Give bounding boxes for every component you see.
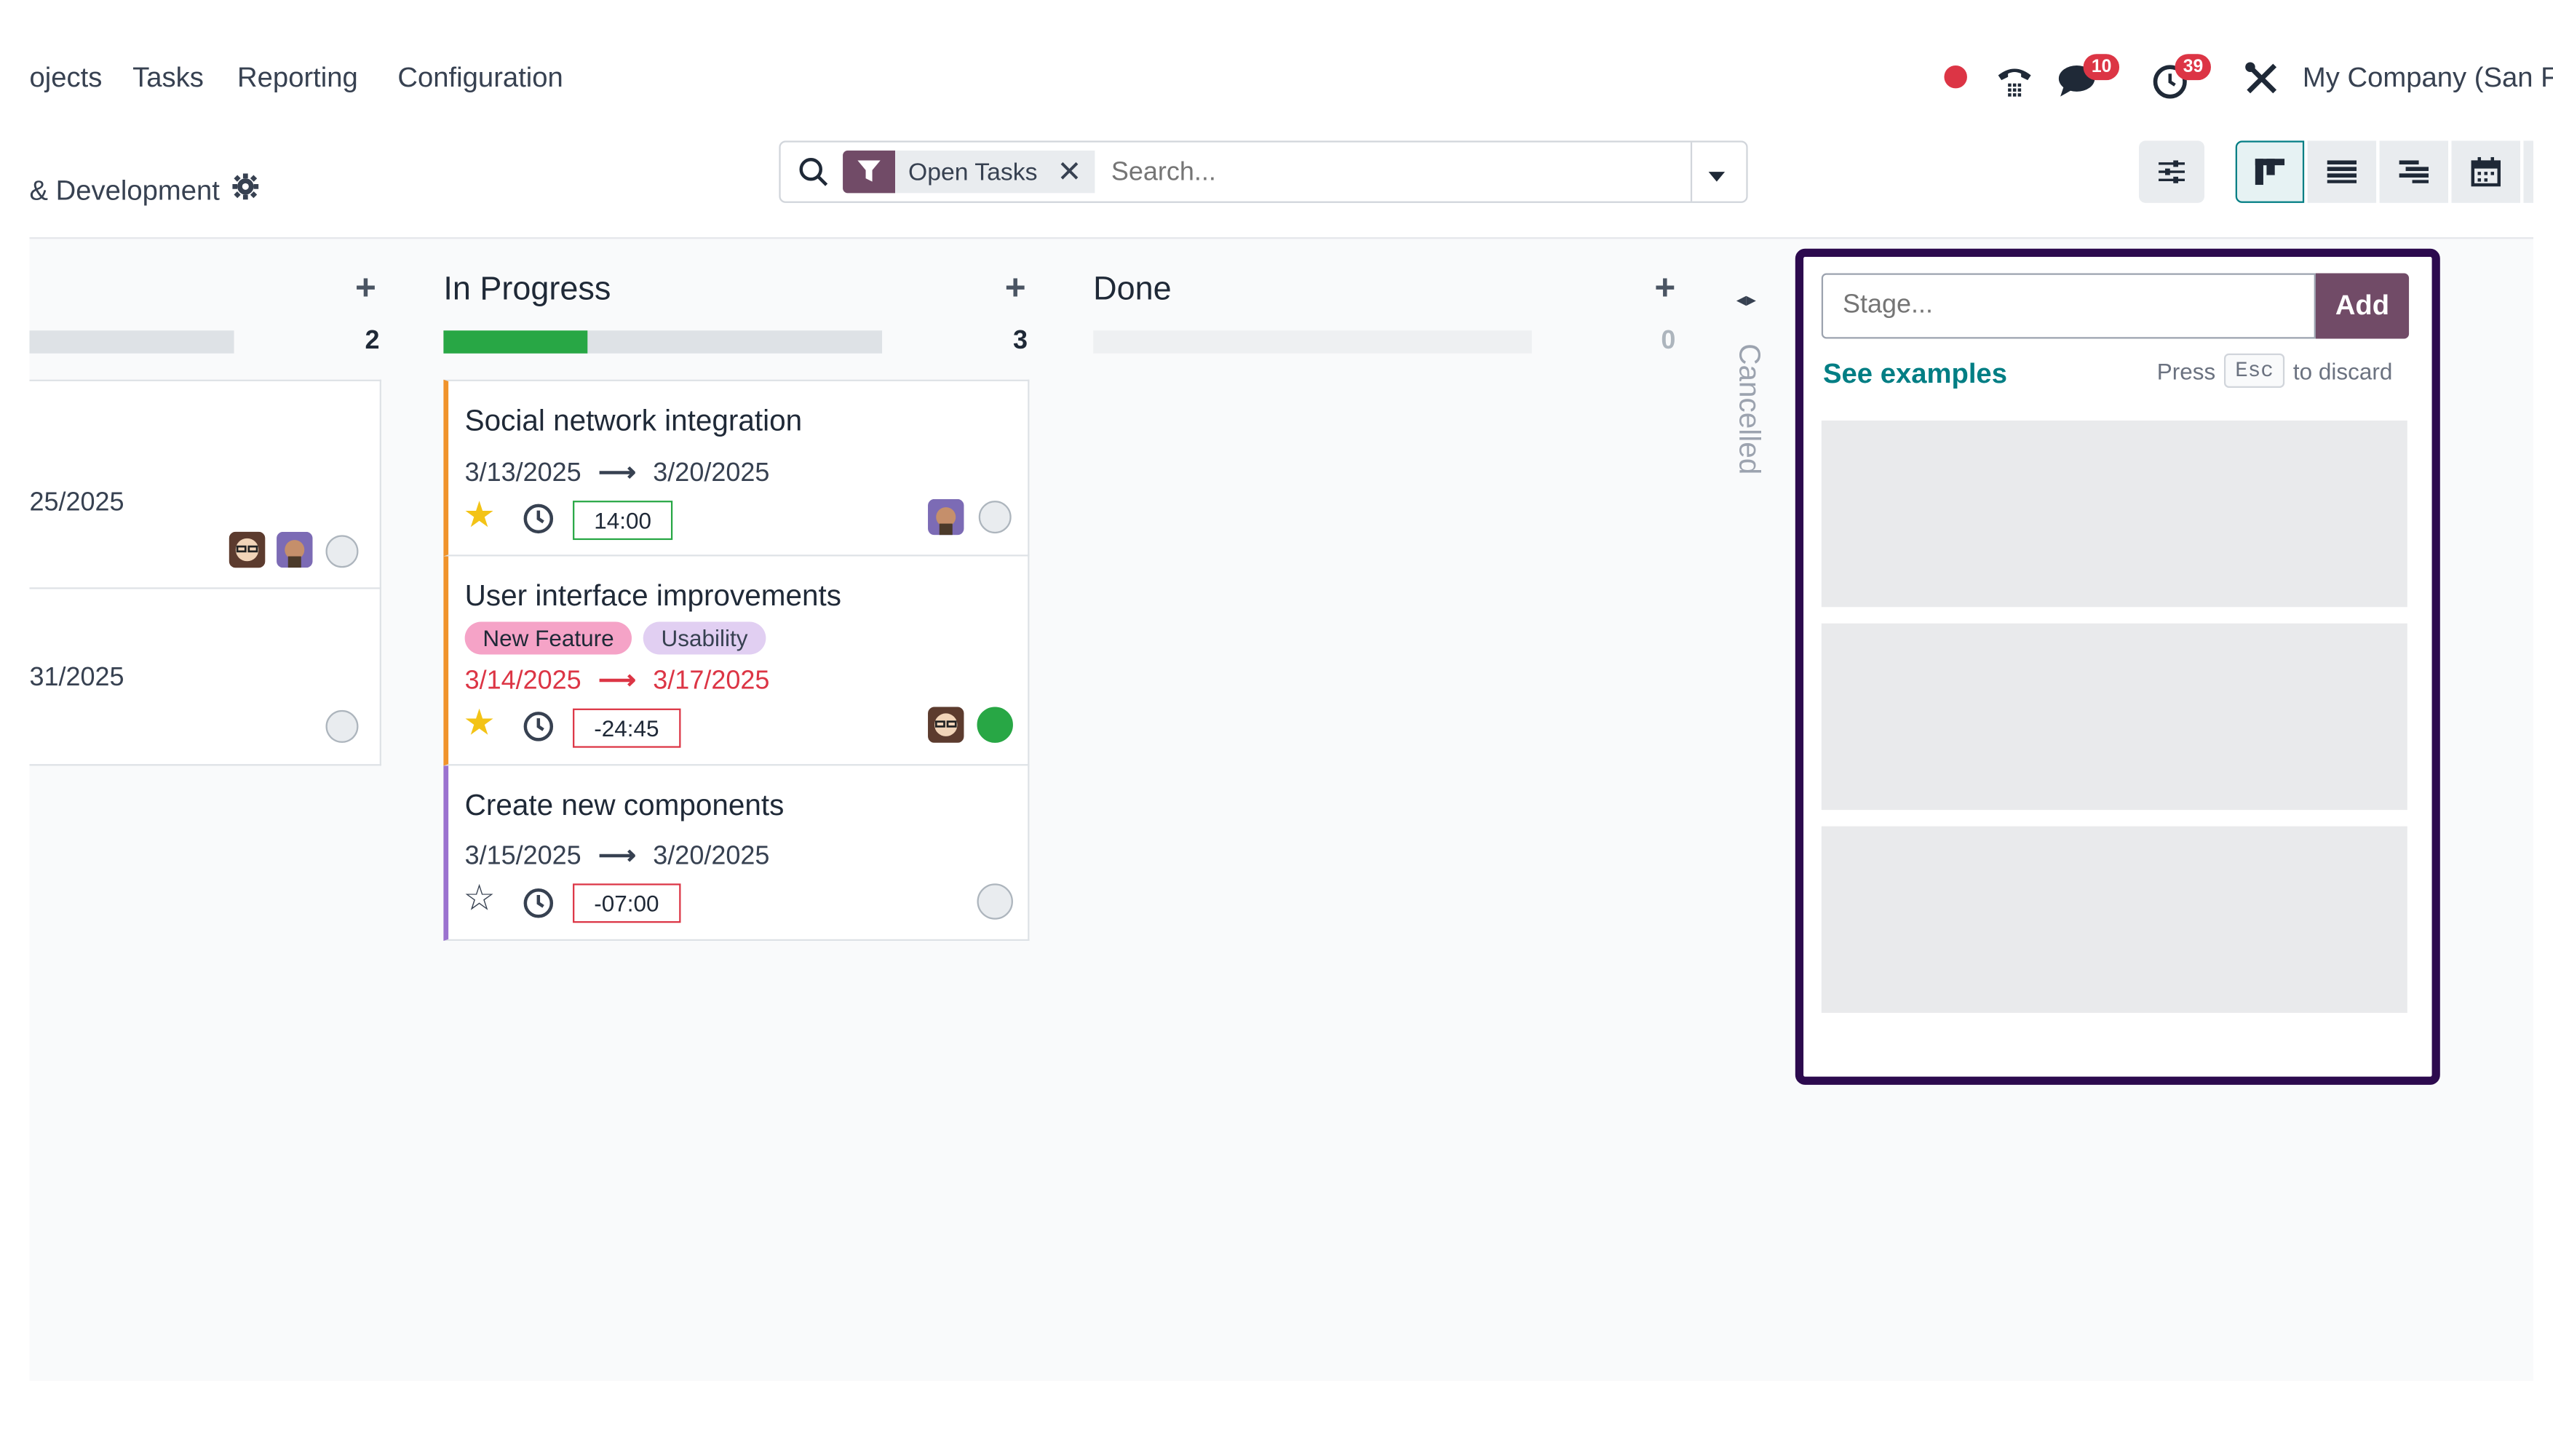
column-1-card-2[interactable]: 31/2025	[29, 589, 381, 766]
column-title-in-progress[interactable]: In Progress	[443, 271, 611, 309]
recording-indicator-icon[interactable]	[1941, 62, 1970, 91]
tag-usability: Usability	[643, 621, 766, 655]
task-dates: 3/13/2025 ⟶ 3/20/2025	[464, 459, 770, 488]
task-card[interactable]: Create new components 3/15/2025 ⟶ 3/20/2…	[443, 765, 1030, 942]
kanban-state-indicator[interactable]	[325, 709, 359, 743]
company-switcher[interactable]: My Company (San F	[2303, 62, 2553, 95]
column-1-card-1[interactable]: 25/2025	[29, 379, 381, 589]
kanban-state-indicator[interactable]	[325, 535, 359, 568]
column-1-count: 2	[365, 327, 380, 355]
column-2-quick-add-button[interactable]: +	[1005, 267, 1026, 309]
facet-remove-icon[interactable]: ✕	[1057, 155, 1082, 189]
add-stage-button[interactable]: Add	[2315, 273, 2410, 339]
kanban-state-indicator[interactable]	[978, 501, 1012, 534]
quick-create-stage-panel: Add See examples Press Esc to discard	[1795, 248, 2440, 1085]
search-input[interactable]	[1108, 152, 1688, 195]
avatar	[928, 498, 964, 536]
view-options-button[interactable]	[2139, 140, 2204, 203]
nav-projects[interactable]: ojects	[29, 62, 102, 95]
activity-view-button[interactable]	[2379, 140, 2449, 203]
task-card[interactable]: Social network integration 3/13/2025 ⟶ 3…	[443, 379, 1030, 557]
activity-badge: 39	[2175, 54, 2212, 81]
column-1-progress-bar	[29, 330, 234, 354]
column-2-progress-bar	[443, 330, 883, 354]
timesheet-box: -24:45	[573, 708, 680, 748]
search-facet: Open Tasks ✕	[843, 150, 1095, 194]
clock-icon[interactable]	[522, 710, 555, 751]
sliders-icon	[2159, 160, 2185, 183]
task-title: Create new components	[464, 788, 785, 822]
skeleton-card	[1821, 420, 2407, 608]
list-view-button[interactable]	[2307, 140, 2377, 203]
task-dates: 3/14/2025 ⟶ 3/17/2025	[464, 667, 770, 696]
breadcrumb-project[interactable]: & Development	[29, 174, 219, 207]
star-filled-icon[interactable]: ★	[463, 496, 495, 533]
unfold-column-icon[interactable]: ◂▸	[1736, 288, 1756, 311]
see-examples-link[interactable]: See examples	[1823, 358, 2007, 391]
kanban-state-indicator[interactable]	[977, 707, 1013, 743]
gantt-icon	[2399, 160, 2429, 183]
tools-icon[interactable]	[2242, 59, 2282, 98]
esc-key: Esc	[2223, 353, 2285, 388]
kanban-state-indicator[interactable]	[977, 883, 1013, 920]
timesheet-box: 14:00	[573, 501, 673, 541]
card-date: 25/2025	[29, 489, 124, 517]
stage-name-input[interactable]	[1821, 273, 2316, 339]
task-dates: 3/15/2025 ⟶ 3/20/2025	[464, 843, 770, 871]
chat-badge: 10	[2083, 54, 2120, 81]
filter-icon	[843, 150, 896, 194]
clock-icon[interactable]	[522, 887, 555, 928]
task-title: User interface improvements	[464, 579, 842, 613]
avatar	[277, 531, 313, 568]
breadcrumb: & Development	[29, 173, 259, 207]
column-3-quick-add-button[interactable]: +	[1654, 267, 1675, 309]
clock-icon[interactable]	[522, 502, 555, 543]
kanban-icon	[2255, 159, 2285, 186]
phone-icon[interactable]	[1993, 59, 2036, 101]
progress-fill	[443, 330, 589, 354]
search-bar[interactable]: Open Tasks ✕	[779, 140, 1748, 203]
folded-column-cancelled[interactable]: Cancelled	[1731, 343, 1766, 474]
card-date: 31/2025	[29, 664, 124, 693]
nav-reporting[interactable]: Reporting	[237, 62, 358, 95]
column-title-done[interactable]: Done	[1093, 271, 1172, 309]
skeleton-card	[1821, 826, 2407, 1013]
avatar	[229, 531, 266, 568]
nav-tasks[interactable]: Tasks	[132, 62, 204, 95]
calendar-view-button[interactable]	[2451, 140, 2520, 203]
column-2-count: 3	[1012, 327, 1028, 355]
star-outline-icon[interactable]: ☆	[463, 880, 495, 916]
gear-icon[interactable]	[232, 173, 259, 207]
tag-new-feature: New Feature	[464, 621, 632, 655]
nav-configuration[interactable]: Configuration	[397, 62, 563, 95]
skeleton-card	[1821, 623, 2407, 811]
column-3-progress-bar	[1093, 330, 1532, 354]
star-filled-icon[interactable]: ★	[463, 704, 495, 741]
task-title: Social network integration	[464, 404, 803, 437]
column-3-count: 0	[1661, 327, 1676, 355]
calendar-icon	[2471, 156, 2501, 187]
column-1-quick-add-button[interactable]: +	[355, 267, 376, 309]
list-icon	[2327, 160, 2357, 183]
timesheet-box: -07:00	[573, 883, 680, 923]
discard-hint: Press Esc to discard	[2157, 353, 2392, 388]
kanban-view-button[interactable]	[2235, 140, 2305, 203]
facet-label: Open Tasks	[908, 157, 1038, 186]
avatar	[928, 707, 964, 743]
search-options-toggle[interactable]	[1707, 164, 1726, 193]
search-icon	[798, 157, 828, 195]
task-card[interactable]: User interface improvements New Feature …	[443, 556, 1030, 766]
